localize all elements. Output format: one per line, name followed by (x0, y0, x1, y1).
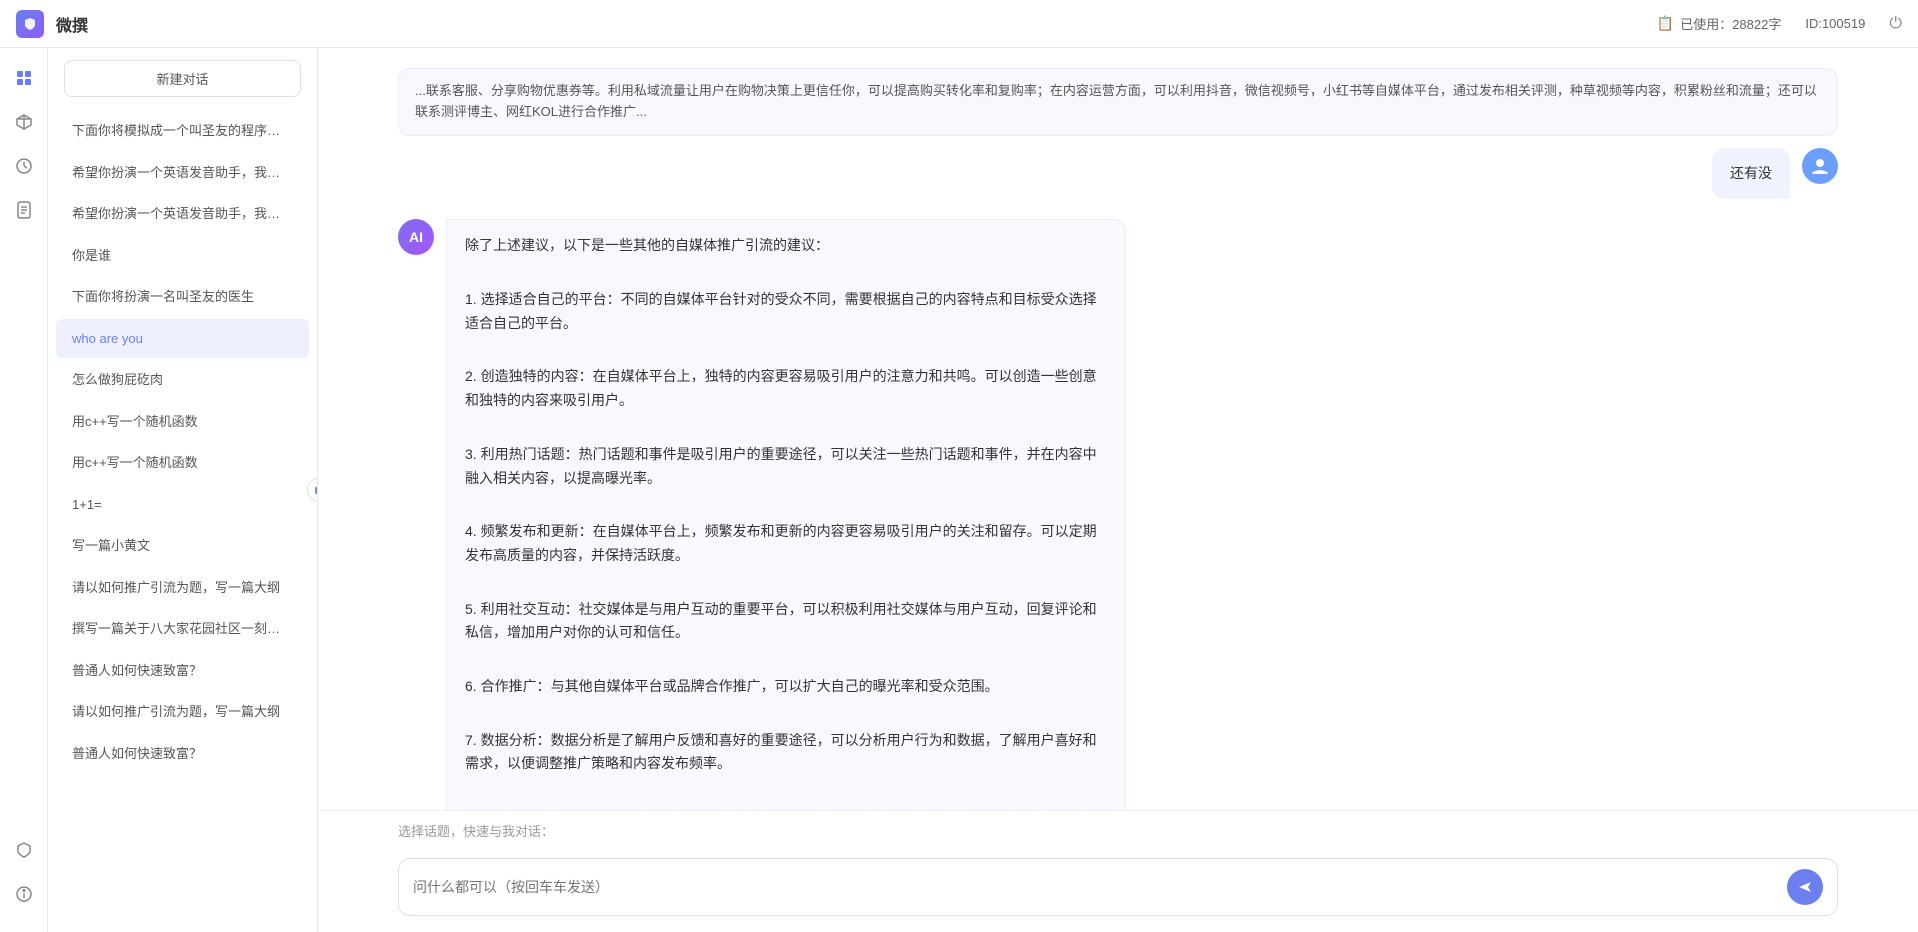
usage-info: 📋 已使用：28822字 (1657, 14, 1782, 33)
ai-message-paragraph: 7. 数据分析：数据分析是了解用户反馈和喜好的重要途径，可以分析用户行为和数据，… (465, 729, 1107, 777)
sidebar-icon-clock[interactable] (6, 148, 42, 184)
conversation-item[interactable]: 普通人如何快速致富？ (56, 651, 309, 691)
conversation-item[interactable]: who are you (56, 319, 309, 359)
user-message-bubble: 还有没 (1712, 148, 1790, 200)
conversation-list: 下面你将模拟成一个叫圣友的程序员，我说...希望你扮演一个英语发音助手，我提供给… (48, 109, 317, 932)
ai-message-paragraph: 5. 利用社交互动：社交媒体是与用户互动的重要平台，可以积极利用社交媒体与用户互… (465, 598, 1107, 646)
ai-message-paragraph: 除了上述建议，以下是一些其他的自媒体推广引流的建议： (465, 234, 1107, 258)
icon-sidebar (0, 48, 48, 932)
header: 微撰 📋 已使用：28822字 ID:100519 ⏻ (0, 0, 1918, 48)
conversation-item[interactable]: 用c++写一个随机函数 (56, 443, 309, 483)
sidebar-icon-home[interactable] (6, 60, 42, 96)
conversation-item[interactable]: 1+1= (56, 485, 309, 525)
chat-messages: ...联系客服、分享购物优惠券等。利用私域流量让用户在购物决策上更信任你，可以提… (318, 48, 1918, 810)
ai-message-paragraph: 1. 选择适合自己的平台：不同的自媒体平台针对的受众不同，需要根据自己的内容特点… (465, 288, 1107, 336)
quick-topics-label: 选择话题，快速与我对话： (398, 824, 554, 839)
conv-sidebar: 新建对话 下面你将模拟成一个叫圣友的程序员，我说...希望你扮演一个英语发音助手… (48, 48, 318, 932)
user-message-row: 还有没 (398, 148, 1838, 200)
conversation-item[interactable]: 怎么做狗屁矻肉 (56, 360, 309, 400)
app-title: 微撰 (56, 12, 88, 36)
conversation-item[interactable]: 下面你将扮演一名叫圣友的医生 (56, 277, 309, 317)
svg-text:AI: AI (409, 229, 423, 245)
conversation-item[interactable]: 希望你扮演一个英语发音助手，我提供给你... (56, 194, 309, 234)
header-right: 📋 已使用：28822字 ID:100519 ⏻ (1657, 14, 1902, 33)
usage-icon: 📋 (1657, 15, 1674, 32)
ai-avatar: AI (398, 219, 434, 255)
sidebar-icon-shield[interactable] (6, 832, 42, 868)
user-message-text: 还有没 (1730, 165, 1772, 181)
conversation-item[interactable]: 你是谁 (56, 236, 309, 276)
usage-label: 已使用：28822字 (1680, 14, 1781, 33)
sidebar-icon-doc[interactable] (6, 192, 42, 228)
conversation-item[interactable]: 下面你将模拟成一个叫圣友的程序员，我说... (56, 111, 309, 151)
quick-topics: 选择话题，快速与我对话： (318, 810, 1918, 846)
sidebar-icon-cube[interactable] (6, 104, 42, 140)
power-icon[interactable]: ⏻ (1889, 15, 1902, 33)
ai-message-bubble: 除了上述建议，以下是一些其他的自媒体推广引流的建议： 1. 选择适合自己的平台：不… (446, 219, 1126, 810)
ai-message-paragraph: 6. 合作推广：与其他自媒体平台或品牌合作推广，可以扩大自己的曝光率和受众范围。 (465, 675, 1107, 699)
ai-message-paragraph: 3. 利用热门话题：热门话题和事件是吸引用户的重要途径，可以关注一些热门话题和事… (465, 443, 1107, 491)
ai-message-paragraph: 4. 频繁发布和更新：在自媒体平台上，频繁发布和更新的内容更容易吸引用户的关注和… (465, 520, 1107, 568)
logo-icon (16, 10, 44, 38)
main-layout: 新建对话 下面你将模拟成一个叫圣友的程序员，我说...希望你扮演一个英语发音助手… (0, 48, 1918, 932)
conversation-item[interactable]: 撰写一篇关于八大家花园社区一刻钟便民生... (56, 609, 309, 649)
partial-message-text: ...联系客服、分享购物优惠券等。利用私域流量让用户在购物决策上更信任你，可以提… (415, 83, 1817, 119)
conversation-item[interactable]: 请以如何推广引流为题，写一篇大纲 (56, 568, 309, 608)
chat-input[interactable] (413, 879, 1777, 895)
conversation-item[interactable]: 写一篇小黄文 (56, 526, 309, 566)
conversation-item[interactable]: 请以如何推广引流为题，写一篇大纲 (56, 692, 309, 732)
ai-message-paragraph: 2. 创造独特的内容：在自媒体平台上，独特的内容更容易吸引用户的注意力和共鸣。可… (465, 365, 1107, 413)
new-conversation-button[interactable]: 新建对话 (64, 60, 301, 97)
chat-main: ...联系客服、分享购物优惠券等。利用私域流量让用户在购物决策上更信任你，可以提… (318, 48, 1918, 932)
chat-input-area (318, 846, 1918, 932)
icon-sidebar-bottom (6, 832, 42, 920)
send-button[interactable] (1787, 869, 1823, 905)
id-label: ID:100519 (1805, 16, 1865, 31)
header-left: 微撰 (16, 10, 88, 38)
conversation-item[interactable]: 用c++写一个随机函数 (56, 402, 309, 442)
conversation-item[interactable]: 希望你扮演一个英语发音助手，我提供给你... (56, 153, 309, 193)
input-wrapper (398, 858, 1838, 916)
partial-message: ...联系客服、分享购物优惠券等。利用私域流量让用户在购物决策上更信任你，可以提… (398, 68, 1838, 136)
user-avatar (1802, 148, 1838, 184)
sidebar-icon-info[interactable] (6, 876, 42, 912)
conversation-item[interactable]: 普通人如何快速致富？ (56, 734, 309, 774)
ai-message-row: AI 除了上述建议，以下是一些其他的自媒体推广引流的建议： 1. 选择适合自己的平… (398, 219, 1838, 810)
